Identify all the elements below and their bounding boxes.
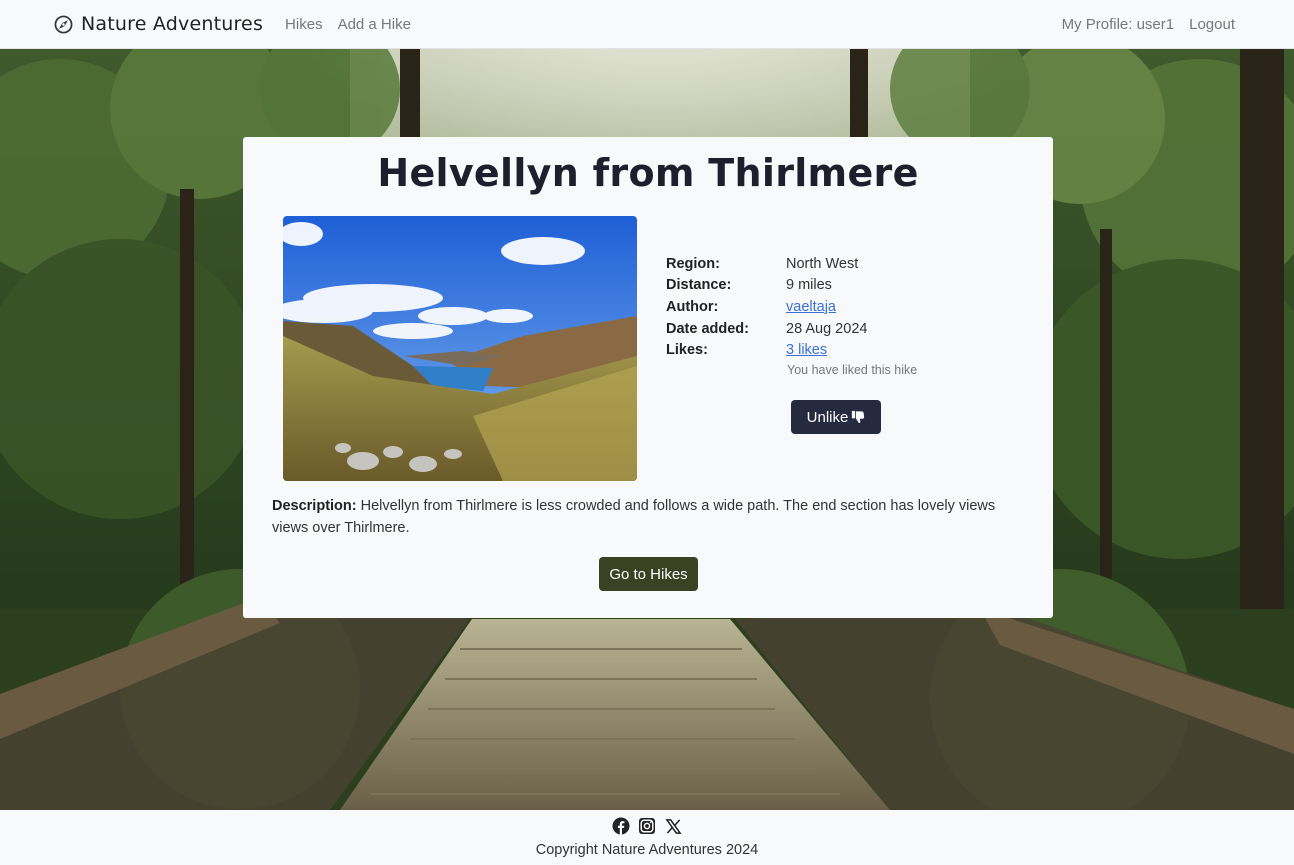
detail-row-date: Date added: 28 Aug 2024 — [666, 318, 867, 340]
copyright-text: Copyright Nature Adventures 2024 — [535, 842, 759, 858]
thumbs-down-icon — [852, 410, 865, 424]
facebook-icon[interactable] — [612, 817, 630, 835]
hike-title: Helvellyn from Thirlmere — [377, 151, 919, 195]
description-text: Helvellyn from Thirlmere is less crowded… — [272, 498, 996, 536]
liked-status-note: You have liked this hike — [787, 363, 918, 377]
hike-details-list: Region: North West Distance: 9 miles Aut… — [666, 253, 867, 361]
nav-add-hike-link[interactable]: Add a Hike — [338, 16, 411, 33]
unlike-button[interactable]: Unlike — [791, 400, 881, 434]
distance-label: Distance: — [666, 277, 732, 294]
detail-row-distance: Distance: 9 miles — [666, 275, 867, 297]
go-to-hikes-button[interactable]: Go to Hikes — [599, 557, 698, 591]
nav-profile-link[interactable]: My Profile: user1 — [1062, 16, 1175, 33]
author-link[interactable]: vaeltaja — [786, 299, 836, 315]
distance-value: 9 miles — [786, 277, 832, 294]
detail-row-likes: Likes: 3 likes — [666, 339, 867, 361]
instagram-icon[interactable] — [638, 817, 656, 835]
x-icon[interactable] — [664, 817, 682, 835]
likes-label: Likes: — [666, 342, 708, 359]
nav-hikes-link[interactable]: Hikes — [285, 16, 323, 33]
date-value: 28 Aug 2024 — [786, 320, 868, 337]
detail-row-author: Author: vaeltaja — [666, 296, 867, 318]
hike-photo — [283, 216, 637, 481]
social-links — [0, 817, 1294, 835]
hike-description: Description: Helvellyn from Thirlmere is… — [272, 495, 1032, 539]
description-label: Description: — [272, 498, 357, 514]
region-value: North West — [786, 255, 859, 272]
author-label: Author: — [666, 298, 719, 315]
nav-logout-link[interactable]: Logout — [1189, 16, 1235, 33]
hike-detail-card: Helvellyn from Thirlmere Region: North W… — [243, 137, 1053, 618]
unlike-button-label: Unlike — [806, 408, 849, 426]
brand-name: Nature Adventures — [81, 13, 264, 35]
navbar: Nature Adventures Hikes Add a Hike My Pr… — [0, 0, 1294, 49]
date-label: Date added: — [666, 320, 749, 337]
compass-icon — [54, 15, 73, 33]
region-label: Region: — [666, 255, 720, 272]
footer: Copyright Nature Adventures 2024 — [0, 810, 1294, 865]
detail-row-region: Region: North West — [666, 253, 867, 275]
likes-link[interactable]: 3 likes — [786, 342, 827, 358]
brand-link[interactable]: Nature Adventures — [54, 13, 263, 35]
